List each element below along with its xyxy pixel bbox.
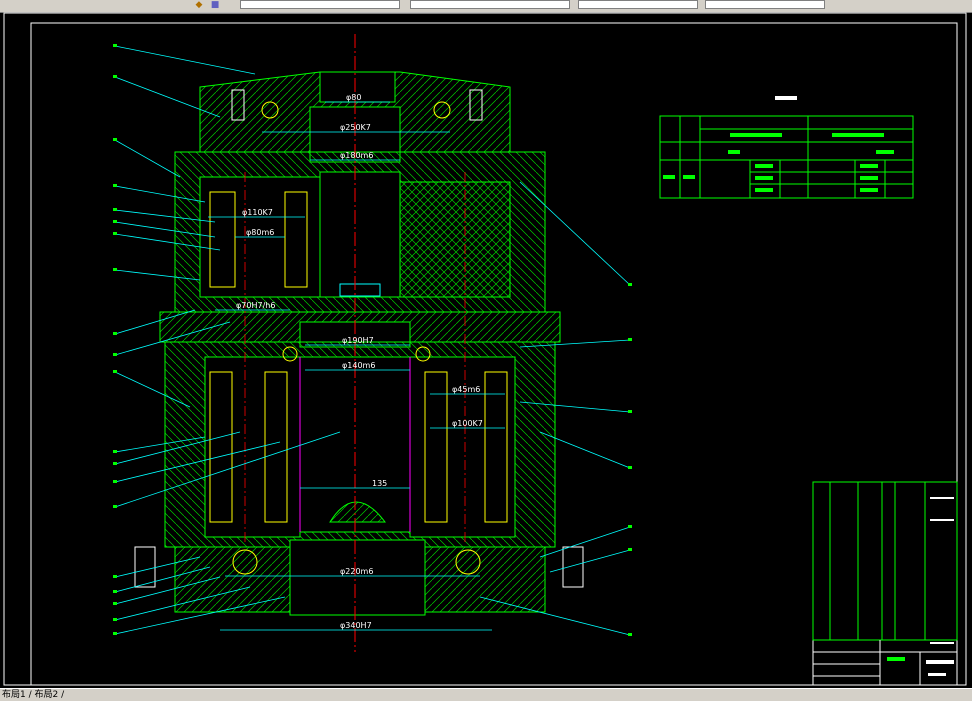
bolt-bottom-right	[562, 546, 584, 588]
dim-phi340h7: φ340H7	[340, 621, 372, 630]
cube-icon[interactable]: ■	[208, 0, 222, 10]
dim-phi220m6: φ220m6	[340, 567, 373, 576]
lower-right-bearing	[424, 371, 448, 523]
color-dropdown[interactable]	[410, 0, 570, 9]
dim-phi110k7: φ110K7	[242, 208, 273, 217]
dim-phi80m6: φ80m6	[246, 228, 274, 237]
parts-list-and-title-block	[812, 481, 958, 686]
lineweight-dropdown[interactable]	[705, 0, 825, 9]
layout-tabs-bar: 布局1 / 布局2 /	[0, 688, 972, 701]
key-slot	[339, 283, 381, 297]
central-shaft	[319, 171, 401, 298]
dim-phi250k7: φ250K7	[340, 123, 371, 132]
layer-icon[interactable]: ◆	[192, 0, 206, 10]
layer-dropdown[interactable]	[240, 0, 400, 9]
layout-tabs[interactable]: 布局1 / 布局2 /	[0, 690, 64, 700]
dim-phi80: φ80	[346, 93, 361, 102]
parameter-table	[659, 96, 914, 199]
dim-phi70h7h6: φ70H7/h6	[236, 301, 275, 310]
dim-135: 135	[372, 479, 387, 488]
dim-phi180m6: φ180m6	[340, 151, 373, 160]
upper-bearing-left	[284, 191, 308, 288]
upper-key-block	[209, 191, 236, 288]
linetype-dropdown[interactable]	[578, 0, 698, 9]
lower-right-bearing-2	[484, 371, 508, 523]
upper-right-gear	[399, 181, 511, 298]
dim-phi140m6: φ140m6	[342, 361, 375, 370]
bottom-bore	[289, 539, 426, 616]
bolt-bottom-left	[134, 546, 156, 588]
lower-left-bearing	[209, 371, 233, 523]
dim-phi100k7: φ100K7	[452, 419, 483, 428]
dim-phi190h7: φ190H7	[342, 336, 374, 345]
lower-left-bearing-2	[264, 371, 288, 523]
dim-phi45m6: φ45m6	[452, 385, 480, 394]
cad-drawing-canvas[interactable]: φ80 φ250K7 φ180m6 φ110K7 φ80m6 φ70H7/h6 …	[0, 12, 972, 688]
